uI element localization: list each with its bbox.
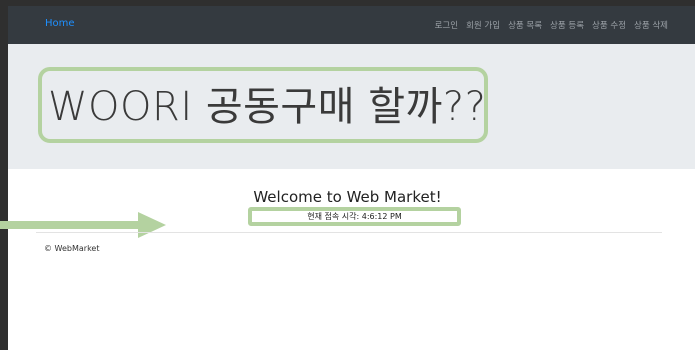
nav-signup[interactable]: 회원 가입 xyxy=(466,19,500,31)
divider xyxy=(36,232,662,233)
highlight-arrow-icon xyxy=(0,212,166,238)
hero-title: WOORI 공동구매 할까?? xyxy=(48,84,487,130)
footer-copyright: © WebMarket xyxy=(44,244,100,253)
navbar: Home 로그인 회원 가입 상품 목록 상품 등록 상품 수정 상품 삭제 xyxy=(8,6,695,44)
window-frame-left xyxy=(0,0,8,350)
nav-login[interactable]: 로그인 xyxy=(435,19,458,31)
nav-product-list[interactable]: 상품 목록 xyxy=(508,19,542,31)
nav-links: 로그인 회원 가입 상품 목록 상품 등록 상품 수정 상품 삭제 xyxy=(435,19,668,31)
jumbotron: WOORI 공동구매 할까?? xyxy=(8,44,695,169)
access-time-label: 현재 접속 시각: xyxy=(307,212,360,221)
access-time: 현재 접속 시각: 4:6:12 PM xyxy=(248,211,461,222)
welcome-heading: Welcome to Web Market! xyxy=(253,188,442,206)
access-time-value: 4:6:12 PM xyxy=(361,212,402,221)
nav-product-edit[interactable]: 상품 수정 xyxy=(592,19,626,31)
nav-product-add[interactable]: 상품 등록 xyxy=(550,19,584,31)
home-link[interactable]: Home xyxy=(45,18,75,29)
nav-product-delete[interactable]: 상품 삭제 xyxy=(634,19,668,31)
